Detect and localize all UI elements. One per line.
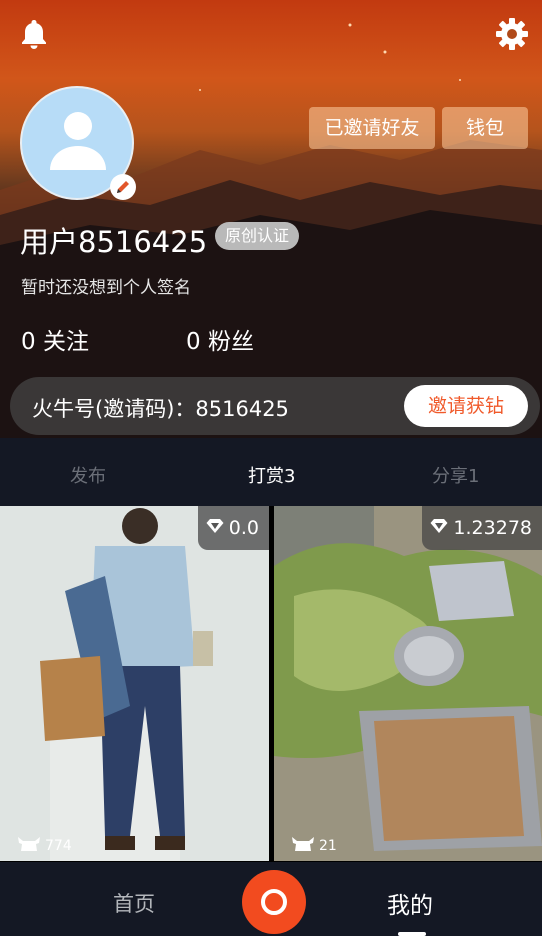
reward-amount: 1.23278 bbox=[453, 517, 532, 539]
invite-code-bar: 火牛号(邀请码)：8516425 邀请获钻 bbox=[10, 377, 540, 435]
tab-publish[interactable]: 发布 bbox=[70, 462, 106, 488]
reward-amount: 0.0 bbox=[228, 517, 259, 539]
tab-reward[interactable]: 打赏3 bbox=[248, 462, 295, 488]
invite-code: 火牛号(邀请码)：8516425 bbox=[32, 397, 289, 421]
reward-badge: 1.23278 bbox=[422, 506, 542, 550]
post-grid: 0.0 774 1.23278 21 bbox=[0, 506, 542, 862]
post-image bbox=[0, 506, 269, 861]
bell-icon[interactable] bbox=[16, 16, 52, 52]
reward-badge: 0.0 bbox=[197, 506, 269, 550]
wallet-button[interactable]: 钱包 bbox=[442, 107, 528, 149]
diamond-icon bbox=[206, 506, 224, 550]
active-tab-indicator bbox=[398, 932, 426, 936]
like-count: 21 bbox=[290, 835, 337, 857]
invited-friends-button[interactable]: 已邀请好友 bbox=[309, 107, 435, 149]
post-card[interactable]: 1.23278 21 bbox=[274, 506, 542, 861]
gear-icon[interactable] bbox=[494, 16, 530, 52]
bull-icon bbox=[290, 835, 316, 857]
verified-badge: 原创认证 bbox=[215, 222, 300, 250]
bull-icon bbox=[16, 835, 42, 857]
diamond-icon bbox=[430, 506, 448, 550]
following-count[interactable]: 0 关注 bbox=[21, 322, 89, 356]
signature: 暂时还没想到个人签名 bbox=[21, 278, 191, 298]
post-card[interactable]: 0.0 774 bbox=[0, 506, 269, 861]
content-tabs: 发布 打赏3 分享1 bbox=[0, 438, 542, 506]
nav-mine[interactable]: 我的 bbox=[387, 886, 433, 920]
edit-icon[interactable] bbox=[110, 174, 136, 200]
bottom-nav: 首页 我的 bbox=[0, 862, 542, 936]
tab-share[interactable]: 分享1 bbox=[432, 462, 479, 488]
nav-home[interactable]: 首页 bbox=[113, 888, 155, 918]
username: 用户8516425 bbox=[20, 225, 208, 259]
post-image bbox=[274, 506, 542, 861]
profile-header: 已邀请好友 钱包 用户8516425 原创认证 暂时还没想到个人签名 0 关注 … bbox=[0, 0, 542, 438]
record-icon bbox=[261, 889, 287, 915]
camera-record-button[interactable] bbox=[242, 870, 306, 934]
like-count: 774 bbox=[16, 835, 72, 857]
fans-count[interactable]: 0 粉丝 bbox=[186, 322, 254, 356]
invite-get-diamond-button[interactable]: 邀请获钻 bbox=[404, 385, 528, 427]
